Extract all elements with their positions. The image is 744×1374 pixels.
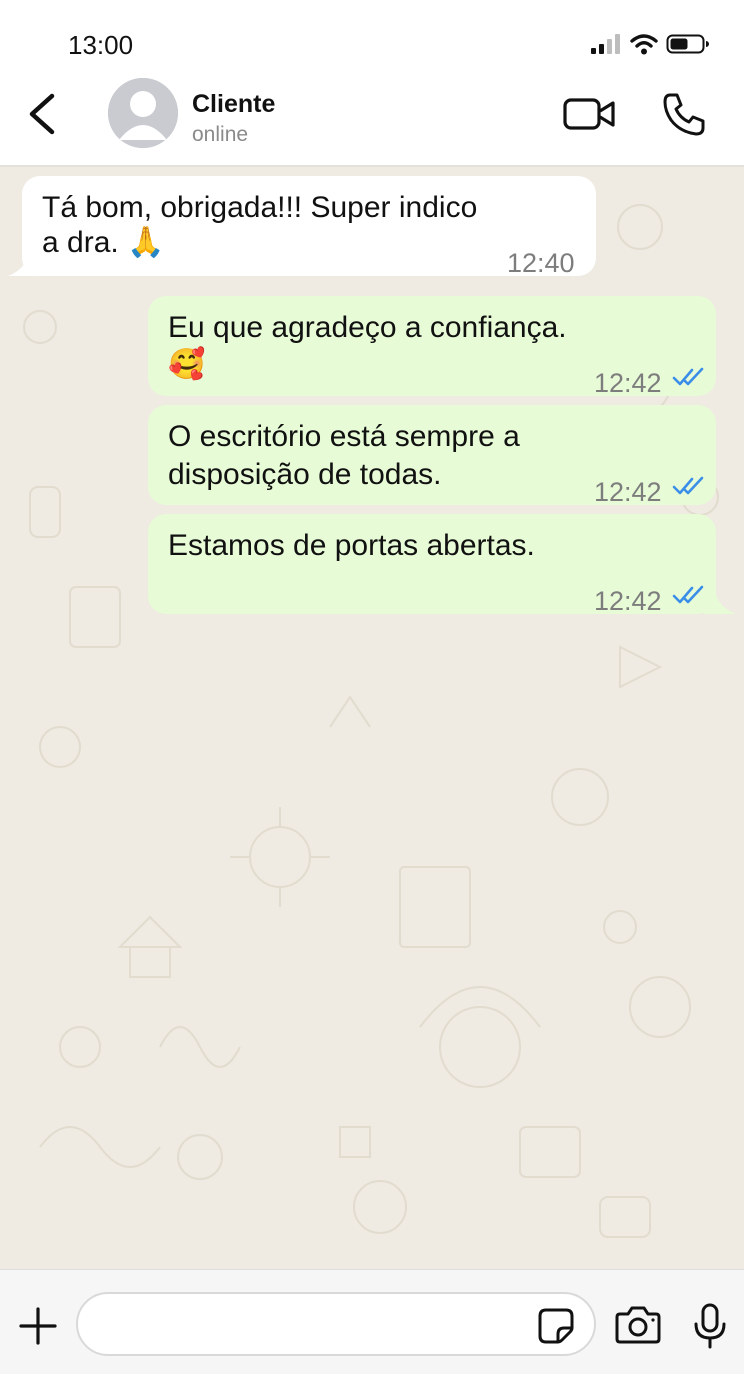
emoji: 🥰 bbox=[168, 348, 206, 381]
bubble-tail-outgoing bbox=[704, 589, 736, 614]
battery-icon bbox=[666, 34, 709, 54]
contact-name[interactable]: Cliente bbox=[192, 90, 275, 119]
signal-icon bbox=[591, 34, 620, 54]
chevron-left-icon bbox=[29, 93, 55, 135]
message-composer bbox=[0, 1269, 744, 1374]
chat-header: Cliente online bbox=[0, 72, 744, 167]
read-ticks-icon bbox=[672, 585, 704, 604]
camera-button[interactable] bbox=[614, 1304, 662, 1346]
message-time: 12:40 bbox=[507, 248, 575, 278]
microphone-icon bbox=[694, 1303, 726, 1349]
message-time: 12:42 bbox=[594, 368, 662, 398]
message-text-line: Estamos de portas abertas. bbox=[168, 529, 535, 562]
chat-area[interactable]: Tá bom, obrigada!!! Super indico a dra. … bbox=[0, 167, 744, 1269]
message-text-line: O escritório está sempre a bbox=[168, 420, 520, 453]
read-ticks-icon bbox=[672, 367, 704, 386]
message-text-line: Tá bom, obrigada!!! Super indico bbox=[42, 191, 478, 224]
wifi-icon bbox=[630, 34, 658, 55]
message-text-line: a dra. 🙏 bbox=[42, 226, 165, 259]
message-time: 12:42 bbox=[594, 586, 662, 616]
sticker-icon bbox=[538, 1308, 574, 1344]
avatar[interactable] bbox=[108, 78, 178, 148]
status-icons bbox=[590, 30, 710, 58]
voice-call-button[interactable] bbox=[660, 90, 708, 138]
contact-status: online bbox=[192, 123, 249, 146]
message-time: 12:42 bbox=[594, 477, 662, 507]
message-text-line: Eu que agradeço a confiança. bbox=[168, 311, 567, 344]
status-bar: 13:00 bbox=[0, 0, 744, 72]
person-icon bbox=[108, 78, 178, 148]
plus-icon bbox=[19, 1307, 57, 1345]
message-bubble-outgoing[interactable]: Estamos de portas abertas. 12:42 bbox=[148, 514, 716, 616]
attach-button[interactable] bbox=[18, 1306, 58, 1346]
message-bubble-outgoing[interactable]: Eu que agradeço a confiança. 🥰 12:42 bbox=[148, 296, 716, 398]
sticker-button[interactable] bbox=[536, 1306, 576, 1346]
message-bubble-incoming[interactable]: Tá bom, obrigada!!! Super indico a dra. … bbox=[22, 176, 596, 278]
phone-icon bbox=[663, 93, 705, 136]
video-camera-icon bbox=[563, 98, 615, 130]
video-call-button[interactable] bbox=[562, 94, 618, 134]
camera-icon bbox=[615, 1306, 661, 1344]
bubble-tail-incoming bbox=[8, 251, 38, 276]
message-input[interactable] bbox=[76, 1292, 596, 1356]
back-button[interactable] bbox=[22, 90, 62, 138]
status-time: 13:00 bbox=[68, 30, 134, 60]
message-bubble-outgoing[interactable]: O escritório está sempre a disposição de… bbox=[148, 405, 716, 507]
microphone-button[interactable] bbox=[690, 1302, 730, 1350]
read-ticks-icon bbox=[672, 476, 704, 495]
message-text-line: disposição de todas. bbox=[168, 458, 442, 491]
